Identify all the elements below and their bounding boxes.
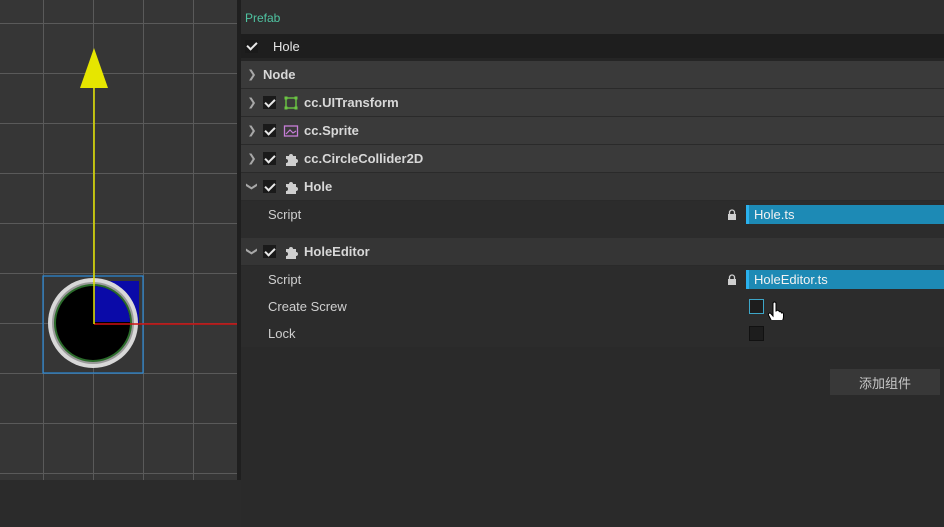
script-asset-field[interactable]: HoleEditor.ts: [746, 270, 944, 289]
puzzle-icon: [286, 153, 298, 166]
script-asset-field[interactable]: Hole.ts: [746, 205, 944, 224]
node-active-checkbox[interactable]: [245, 39, 258, 53]
prefab-label[interactable]: Prefab: [241, 0, 944, 34]
component-enabled-checkbox[interactable]: [263, 245, 276, 258]
create-screw-checkbox[interactable]: [749, 299, 764, 314]
component-enabled-checkbox[interactable]: [263, 180, 276, 193]
chevron-down-icon[interactable]: ❯: [246, 241, 259, 263]
property-label: Lock: [268, 326, 296, 341]
component-name: Hole: [304, 179, 333, 194]
property-row-script: Script HoleEditor.ts: [241, 266, 944, 293]
transform-icon: [284, 96, 298, 109]
puzzle-icon: [286, 181, 298, 194]
chevron-right-icon[interactable]: ❯: [241, 96, 263, 109]
component-enabled-checkbox[interactable]: [263, 96, 276, 109]
property-row-create-screw: Create Screw: [241, 293, 944, 324]
chevron-right-icon[interactable]: ❯: [241, 68, 263, 81]
property-row-lock: Lock: [241, 320, 944, 347]
component-header-uitransform[interactable]: ❯ cc.UITransform: [241, 89, 944, 117]
property-row-script: Script Hole.ts: [241, 201, 944, 228]
sprite-icon: [283, 124, 299, 137]
component-enabled-checkbox[interactable]: [263, 124, 276, 137]
property-label: Create Screw: [268, 299, 347, 314]
lock-checkbox[interactable]: [749, 326, 764, 341]
lock-icon: [728, 209, 736, 220]
component-name: cc.CircleCollider2D: [304, 151, 424, 166]
component-header-holeeditor[interactable]: ❯ HoleEditor: [241, 238, 944, 266]
scene-view[interactable]: [0, 0, 237, 480]
y-axis-arrow-icon[interactable]: [80, 48, 108, 88]
node-section-header[interactable]: ❯ Node: [241, 61, 944, 89]
chevron-down-icon[interactable]: ❯: [246, 176, 259, 198]
property-label: Script: [268, 272, 302, 287]
component-name: cc.UITransform: [304, 95, 399, 110]
component-name: HoleEditor: [304, 244, 370, 259]
add-component-button[interactable]: 添加组件: [830, 369, 940, 395]
node-section-label: Node: [263, 67, 296, 82]
scene-gizmo-layer: [42, 48, 237, 374]
component-name: cc.Sprite: [304, 123, 359, 138]
puzzle-icon: [286, 246, 298, 259]
component-header-hole[interactable]: ❯ Hole: [241, 173, 944, 201]
lock-icon: [728, 274, 736, 285]
component-header-circlecollider2d[interactable]: ❯ cc.CircleCollider2D: [241, 145, 944, 173]
inspector-footer: 添加组件: [241, 347, 944, 527]
component-header-sprite[interactable]: ❯ cc.Sprite: [241, 117, 944, 145]
node-name-row: Hole: [241, 34, 944, 58]
inspector-panel: Prefab Hole ❯ Node ❯ cc.UITransform ❯ cc…: [241, 0, 944, 527]
chevron-right-icon[interactable]: ❯: [241, 152, 263, 165]
property-label: Script: [268, 207, 302, 222]
component-enabled-checkbox[interactable]: [263, 152, 276, 165]
node-name-field[interactable]: Hole: [273, 39, 300, 54]
chevron-right-icon[interactable]: ❯: [241, 124, 263, 137]
